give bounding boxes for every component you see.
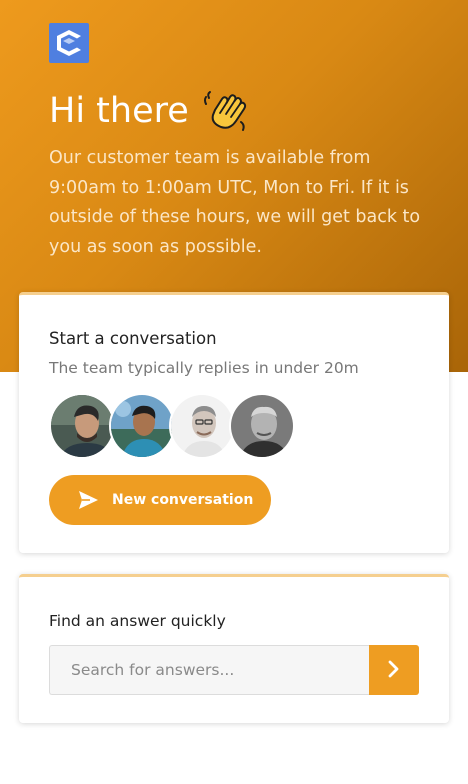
greeting-heading: Hi there <box>49 88 249 134</box>
new-conversation-label: New conversation <box>112 492 254 508</box>
search-bar <box>49 645 419 695</box>
avatar <box>169 393 235 459</box>
avatar <box>109 393 175 459</box>
greeting-text: Hi there <box>49 91 189 131</box>
search-input[interactable] <box>49 645 369 695</box>
team-avatars <box>49 393 295 459</box>
avatar <box>49 393 115 459</box>
conversation-title: Start a conversation <box>49 329 217 348</box>
send-icon <box>77 489 99 511</box>
reply-time-text: The team typically replies in under 20m <box>49 359 359 377</box>
find-answer-title: Find an answer quickly <box>49 612 226 630</box>
chat-logo-icon <box>49 23 89 63</box>
start-conversation-card: Start a conversation The team typically … <box>19 292 449 553</box>
find-answer-card: Find an answer quickly <box>19 574 449 723</box>
new-conversation-button[interactable]: New conversation <box>49 475 271 525</box>
waving-hand-icon <box>203 88 249 134</box>
search-submit-button[interactable] <box>369 645 419 695</box>
availability-text: Our customer team is available from 9:00… <box>49 148 421 257</box>
chevron-right-icon <box>386 660 402 681</box>
avatar <box>229 393 295 459</box>
